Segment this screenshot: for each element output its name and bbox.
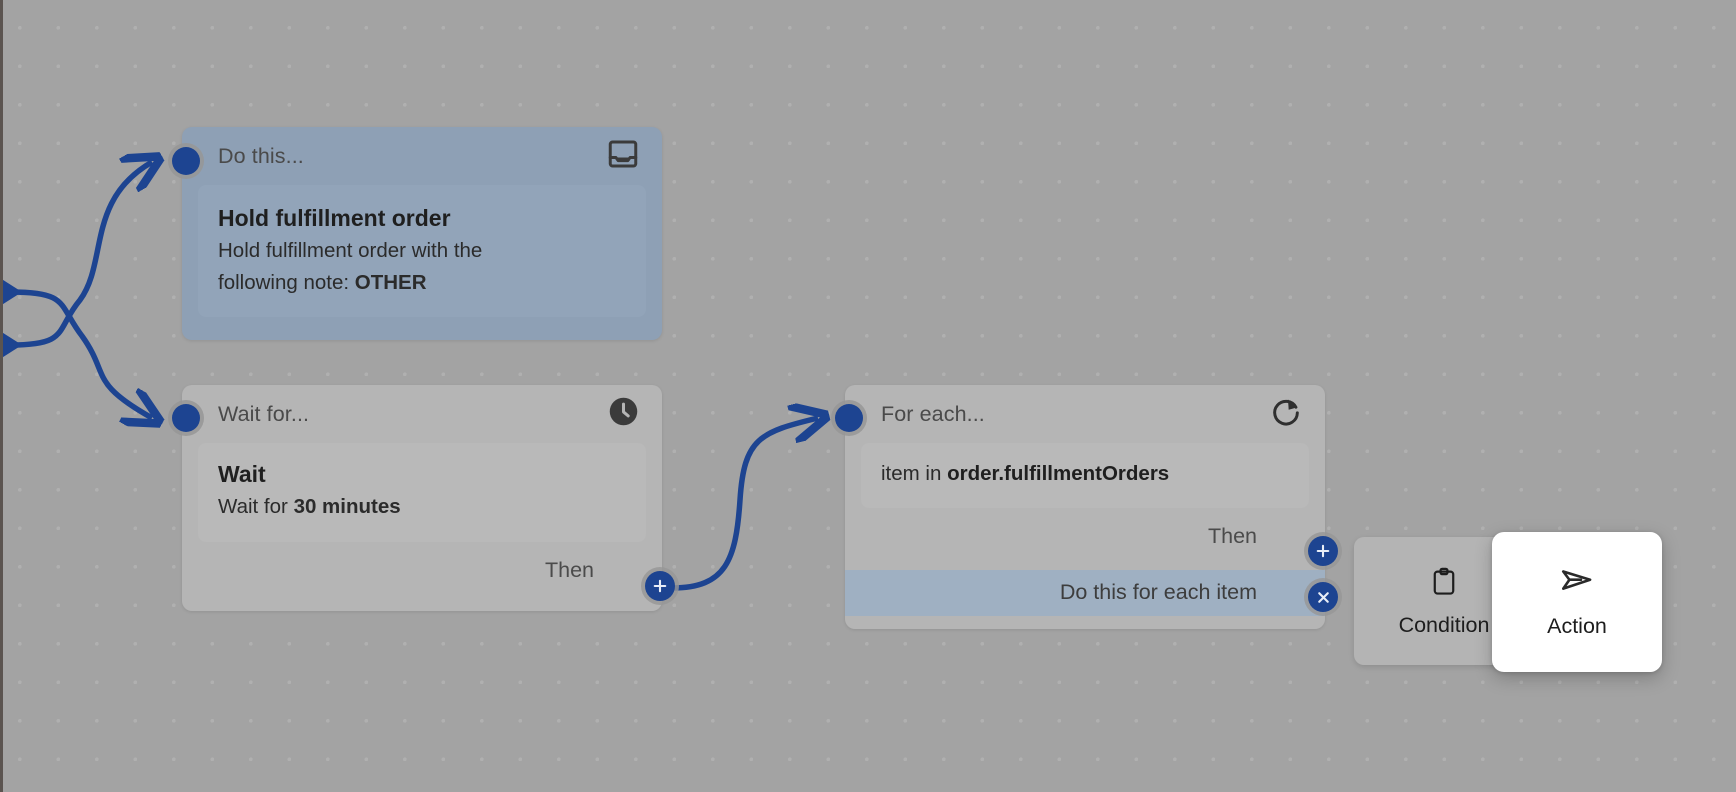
- node-for-each-remove-button[interactable]: [1304, 578, 1342, 616]
- node-for-each-then-row: Then: [845, 508, 1325, 568]
- for-each-prefix: item in: [881, 462, 948, 485]
- wait-prefix: Wait for: [218, 495, 294, 519]
- plus-icon: [1308, 536, 1338, 566]
- node-wait-for-input-port[interactable]: [168, 400, 204, 436]
- port-dot: [172, 404, 200, 432]
- node-wait-for-body[interactable]: Wait Wait for 30 minutes: [198, 443, 646, 542]
- workflow-canvas[interactable]: Do this... Hold fulfillment order Hold f…: [0, 0, 1736, 792]
- wait-duration: 30 minutes: [293, 495, 401, 519]
- node-for-each-expression: item in order.fulfillmentOrders: [881, 461, 1289, 488]
- inbox-tray-icon: [606, 137, 640, 176]
- node-do-this-title: Do this...: [218, 143, 304, 168]
- clock-icon: [607, 395, 640, 433]
- node-wait-for-body-title: Wait: [218, 461, 266, 487]
- node-for-each-input-port[interactable]: [831, 400, 867, 436]
- node-do-this-header: Do this...: [182, 127, 662, 185]
- plus-icon: [645, 571, 675, 601]
- popover-item-action[interactable]: Action: [1492, 532, 1662, 672]
- node-do-this-body-line1: Hold fulfillment order with the: [218, 239, 483, 263]
- popover-item-action-label: Action: [1547, 614, 1607, 638]
- node-do-this-input-port[interactable]: [168, 143, 204, 179]
- node-for-each-add-then-button[interactable]: [1304, 532, 1342, 570]
- node-do-this-body[interactable]: Hold fulfillment order Hold fulfillment …: [198, 185, 646, 318]
- node-for-each-then-label: Then: [1207, 524, 1257, 549]
- send-paper-plane-icon: [1560, 565, 1594, 600]
- node-do-this[interactable]: Do this... Hold fulfillment order Hold f…: [182, 127, 662, 340]
- port-dot: [835, 404, 863, 432]
- node-for-each[interactable]: For each... item in order.fulfillmentOrd…: [845, 385, 1325, 629]
- node-wait-for-header: Wait for...: [182, 385, 662, 443]
- node-do-this-note-prefix: following note:: [218, 270, 355, 294]
- port-dot: [172, 147, 200, 175]
- node-wait-for-then-label: Then: [544, 558, 594, 583]
- node-wait-for[interactable]: Wait for... Wait Wait for 30 minutes The…: [182, 385, 662, 611]
- loop-refresh-icon: [1269, 395, 1303, 434]
- node-for-each-do-each-label: Do this for each item: [1059, 580, 1257, 605]
- node-do-this-note-value: OTHER: [354, 270, 427, 294]
- node-wait-for-body-line: Wait for 30 minutes: [218, 492, 626, 522]
- node-for-each-title: For each...: [881, 401, 985, 426]
- close-x-icon: [1308, 582, 1338, 612]
- node-do-this-body-title: Hold fulfillment order: [218, 205, 451, 231]
- node-for-each-body[interactable]: item in order.fulfillmentOrders: [861, 443, 1309, 508]
- node-for-each-header: For each...: [845, 385, 1325, 443]
- node-wait-for-title: Wait for...: [218, 401, 310, 426]
- clipboard-icon: [1430, 565, 1458, 599]
- node-wait-for-then-row: Then: [182, 542, 662, 602]
- for-each-collection: order.fulfillmentOrders: [947, 462, 1170, 485]
- node-for-each-do-each-row[interactable]: Do this for each item: [845, 569, 1325, 616]
- node-do-this-body-line2: following note: OTHER: [218, 268, 626, 298]
- node-wait-for-add-then-button[interactable]: [641, 567, 679, 605]
- popover-item-condition-label: Condition: [1398, 612, 1490, 637]
- canvas-left-edge: [0, 0, 3, 792]
